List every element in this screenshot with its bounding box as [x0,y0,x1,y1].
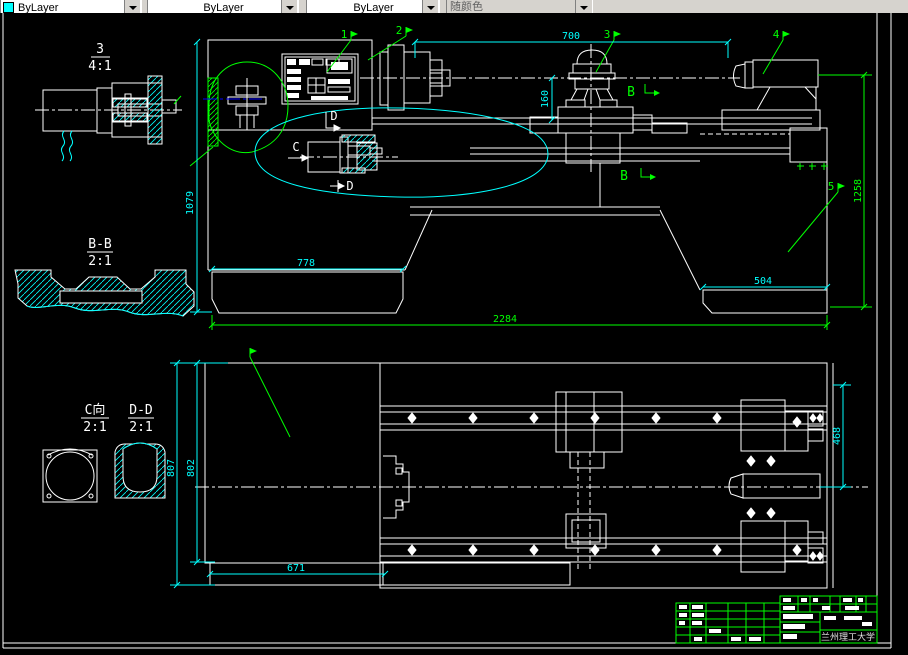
balloon-4: 4 [763,28,790,74]
section-marker-c: C [292,140,299,154]
section-marker-b-upper: B [627,85,635,100]
plan-headstock-end [729,400,823,572]
front-view: C D D B B 1 2 3 4 5 700 160 1079 1258 77… [185,24,872,330]
title-block-company: 兰州理工大学 [821,631,875,643]
motor-detail-bubble [190,62,288,166]
svg-text:1258: 1258 [853,179,864,203]
balloon-2: 2 [368,24,413,60]
svg-text:802: 802 [186,459,197,477]
section-marker-b-lower: B [620,169,628,184]
dim-468: 468 [820,382,851,490]
cad-application-window: { "toolbar": { "color_value": "ByLayer",… [0,0,908,655]
balloon-leaders: 1 2 3 4 5 [327,24,845,252]
svg-text:504: 504 [754,276,772,287]
chevron-down-icon [128,6,137,10]
plan-leader [250,348,290,437]
plan-top-rail [380,406,827,430]
svg-text:700: 700 [562,31,580,42]
svg-text:4: 4 [773,28,780,41]
plan-carriage-column [556,392,622,570]
plotstyle-control-value: 随颜色 [450,1,483,13]
color-control-combo[interactable]: ByLayer [0,0,142,13]
dim-671: 671 [207,563,388,577]
svg-text:778: 778 [297,258,315,269]
front-view-dimensions: 700 160 1079 1258 778 504 2284 [185,31,872,330]
detail-3-scale: 4:1 [88,59,111,74]
detail-3-label: 3 [96,42,104,57]
view-c-scale: 2:1 [83,420,106,435]
plan-bottom-rail [380,538,827,562]
bed-rails [372,118,828,290]
tailstock [722,60,820,130]
color-control-dropdown[interactable] [124,0,140,13]
right-pedestal [703,290,827,313]
balloon-5: 5 [788,180,845,252]
title-block-right-table: 兰州理工大学 [780,596,877,643]
dim-2284: 2284 [209,314,830,330]
plotstyle-control-dropdown [575,0,591,13]
plan-view: 807 802 671 468 [166,348,868,588]
dim-160: 160 [540,75,555,123]
linetype-control-dropdown[interactable] [281,0,297,13]
lineweight-control-dropdown[interactable] [422,0,438,13]
chevron-down-icon [285,6,294,10]
model-space-canvas[interactable]: 3 4:1 B-B 2:1 C D D B B 1 2 3 4 5 700 16… [0,13,908,655]
title-block: 兰州理工大学 [676,596,877,643]
dim-802: 802 [186,360,215,565]
carriage-assembly [530,44,687,172]
svg-text:671: 671 [287,563,305,574]
dim-700: 700 [412,31,731,58]
left-pedestal [212,272,403,313]
dim-1258: 1258 [818,72,872,310]
detail-view-3: 3 4:1 [35,42,182,161]
svg-text:2284: 2284 [493,314,517,325]
lineweight-control-combo[interactable]: ByLayer [306,0,440,13]
color-swatch [3,2,14,13]
detail-view-c: C向 2:1 [43,402,109,502]
object-properties-toolbar: ByLayer ByLayer ByLayer 随颜色 [0,0,908,14]
title-block-left-table [676,603,780,643]
svg-text:1: 1 [341,28,348,41]
section-bb-label: B-B [88,237,112,252]
section-view-dd: D-D 2:1 [115,403,165,498]
section-marker-d-upper: D [330,109,337,123]
control-panel [282,54,358,104]
chevron-down-icon [426,6,435,10]
balloon-3: 3 [596,28,621,72]
svg-text:3: 3 [604,28,611,41]
svg-text:807: 807 [166,459,177,477]
section-bb-scale: 2:1 [88,254,111,269]
view-c-label: C向 [85,402,106,418]
feed-detail-bubble: C D D [255,108,548,197]
svg-text:5: 5 [828,180,835,193]
section-dd-label: D-D [129,403,153,418]
dim-504: 504 [700,276,830,290]
chevron-down-icon [579,6,588,10]
section-markers-b: B B [620,84,660,184]
plotstyle-control-combo: 随颜色 [446,0,593,13]
svg-text:468: 468 [832,427,843,445]
svg-text:160: 160 [540,90,551,108]
section-view-bb: B-B 2:1 [15,237,194,316]
linetype-control-combo[interactable]: ByLayer [147,0,299,13]
adjustment-marks [797,163,828,170]
svg-text:2: 2 [396,24,403,37]
svg-text:1079: 1079 [185,191,196,215]
section-dd-scale: 2:1 [129,420,152,435]
section-marker-d-lower: D [346,179,353,193]
